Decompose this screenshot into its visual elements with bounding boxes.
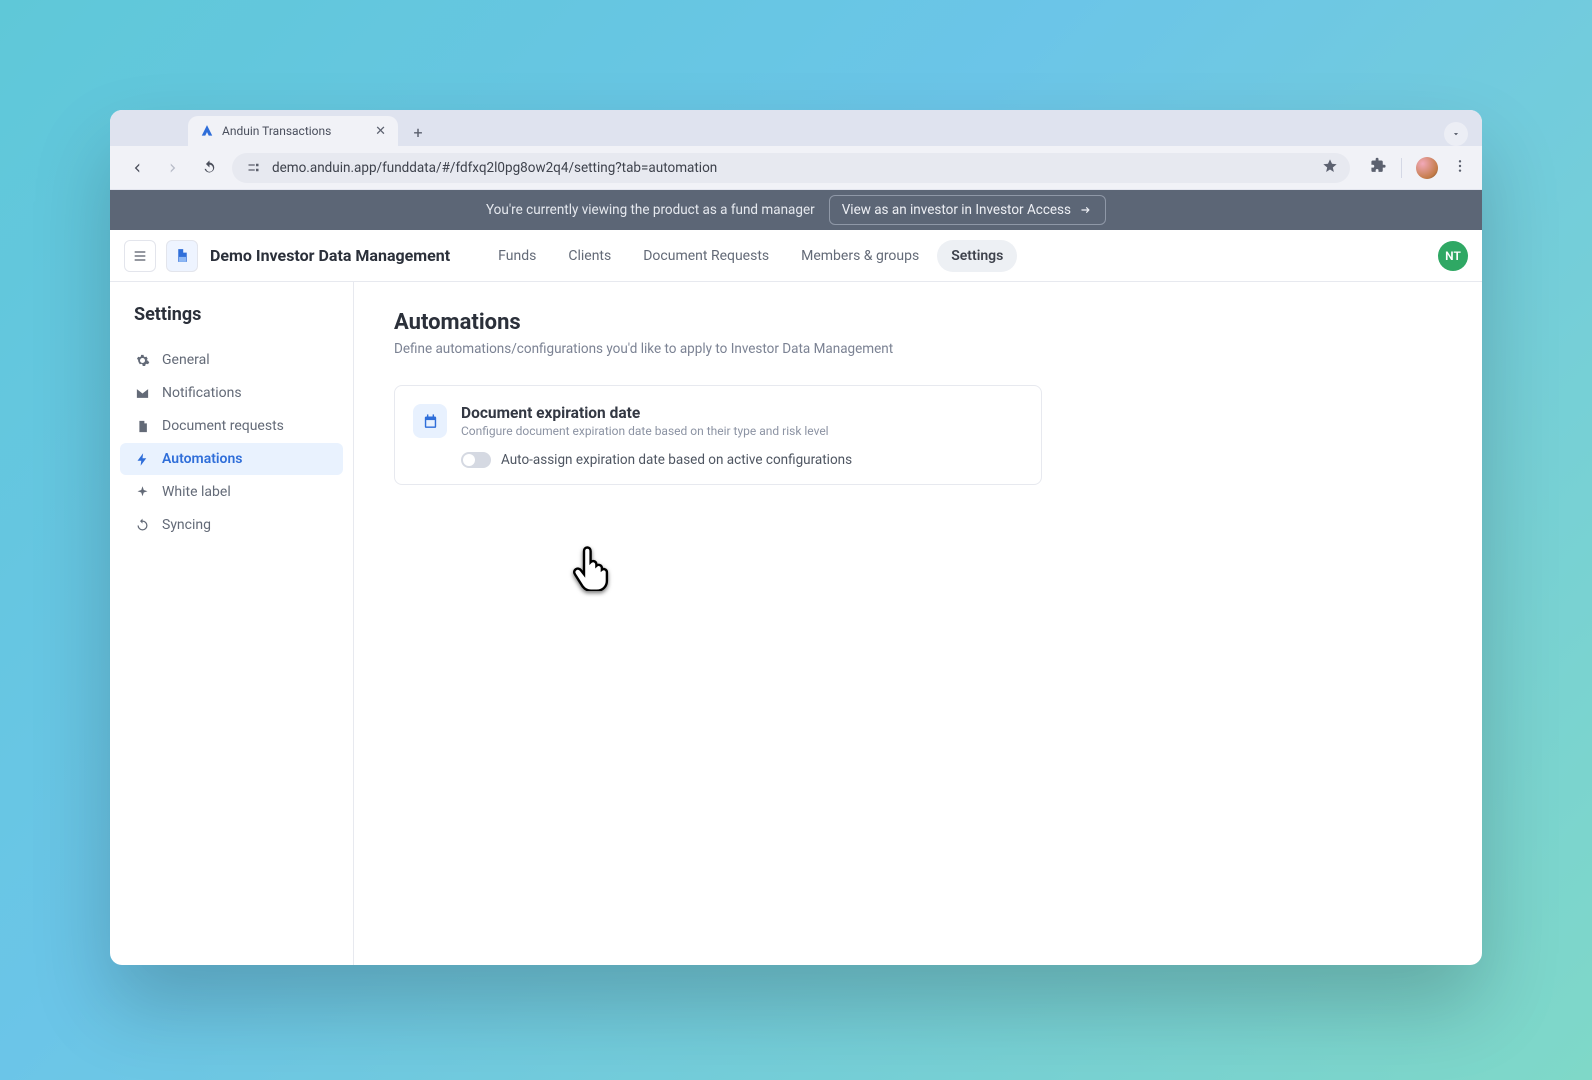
automation-card-document-expiration: Document expiration date Configure docum…	[394, 385, 1042, 485]
gear-icon	[134, 352, 150, 368]
profile-avatar-icon[interactable]	[1416, 157, 1438, 179]
user-avatar[interactable]: NT	[1438, 241, 1468, 271]
toggle-label: Auto-assign expiration date based on act…	[501, 452, 852, 468]
chrome-menu-icon[interactable]	[1452, 158, 1468, 178]
settings-sidebar: Settings General Notifications Document …	[110, 282, 354, 965]
sidebar-item-label: White label	[162, 484, 231, 500]
top-nav: Funds Clients Document Requests Members …	[484, 240, 1017, 272]
browser-tab[interactable]: Anduin Transactions ✕	[188, 116, 398, 146]
page-subtitle: Define automations/configurations you'd …	[394, 341, 1442, 357]
page-title: Automations	[394, 310, 1442, 335]
sidebar-item-notifications[interactable]: Notifications	[120, 377, 343, 409]
sidebar-item-label: Document requests	[162, 418, 284, 434]
calendar-icon	[413, 404, 447, 438]
sync-icon	[134, 517, 150, 533]
mail-icon	[134, 385, 150, 401]
topnav-clients[interactable]: Clients	[554, 240, 625, 272]
forward-button[interactable]	[160, 155, 186, 181]
app-body: Settings General Notifications Document …	[110, 282, 1482, 965]
sparkle-icon	[134, 484, 150, 500]
sidebar-item-label: Notifications	[162, 385, 242, 401]
topnav-docreq[interactable]: Document Requests	[629, 240, 783, 272]
bookmark-icon[interactable]	[1322, 158, 1338, 178]
main-content: Automations Define automations/configura…	[354, 282, 1482, 965]
hamburger-button[interactable]	[124, 240, 156, 272]
toolbar-divider	[1401, 158, 1402, 178]
back-button[interactable]	[124, 155, 150, 181]
bolt-icon	[134, 451, 150, 467]
extensions-icon[interactable]	[1370, 157, 1387, 178]
topnav-funds[interactable]: Funds	[484, 240, 550, 272]
sidebar-item-syncing[interactable]: Syncing	[120, 509, 343, 541]
workspace-title: Demo Investor Data Management	[210, 246, 450, 265]
auto-assign-toggle[interactable]	[461, 452, 491, 468]
tabs-dropdown-icon[interactable]	[1444, 122, 1468, 146]
sidebar-item-label: General	[162, 352, 210, 368]
address-bar[interactable]: demo.anduin.app/funddata/#/fdfxq2l0pg8ow…	[232, 153, 1350, 183]
view-as-investor-link[interactable]: View as an investor in Investor Access	[829, 195, 1106, 225]
notice-text: You're currently viewing the product as …	[486, 202, 815, 218]
reload-button[interactable]	[196, 155, 222, 181]
toolbar-right	[1370, 157, 1468, 179]
tab-title: Anduin Transactions	[222, 124, 367, 138]
new-tab-button[interactable]: +	[404, 118, 432, 146]
document-icon	[134, 418, 150, 434]
notice-link-label: View as an investor in Investor Access	[842, 202, 1071, 218]
sidebar-item-label: Automations	[162, 451, 243, 467]
tab-favicon-icon	[200, 124, 214, 138]
url-text: demo.anduin.app/funddata/#/fdfxq2l0pg8ow…	[272, 160, 717, 176]
sidebar-item-label: Syncing	[162, 517, 211, 533]
topnav-members[interactable]: Members & groups	[787, 240, 933, 272]
sidebar-item-document-requests[interactable]: Document requests	[120, 410, 343, 442]
site-settings-icon[interactable]	[244, 159, 262, 177]
browser-window: Anduin Transactions ✕ + dem	[110, 110, 1482, 965]
workspace-icon[interactable]	[166, 240, 198, 272]
sidebar-item-automations[interactable]: Automations	[120, 443, 343, 475]
browser-tabstrip: Anduin Transactions ✕ +	[110, 110, 1482, 146]
sidebar-item-general[interactable]: General	[120, 344, 343, 376]
browser-toolbar: demo.anduin.app/funddata/#/fdfxq2l0pg8ow…	[110, 146, 1482, 190]
topnav-settings[interactable]: Settings	[937, 240, 1017, 272]
tab-close-icon[interactable]: ✕	[375, 124, 386, 139]
sidebar-item-white-label[interactable]: White label	[120, 476, 343, 508]
card-title: Document expiration date	[461, 404, 1023, 422]
sidebar-title: Settings	[110, 304, 353, 339]
card-description: Configure document expiration date based…	[461, 424, 1023, 438]
app-bar: Demo Investor Data Management Funds Clie…	[110, 230, 1482, 282]
role-notice-bar: You're currently viewing the product as …	[110, 190, 1482, 230]
